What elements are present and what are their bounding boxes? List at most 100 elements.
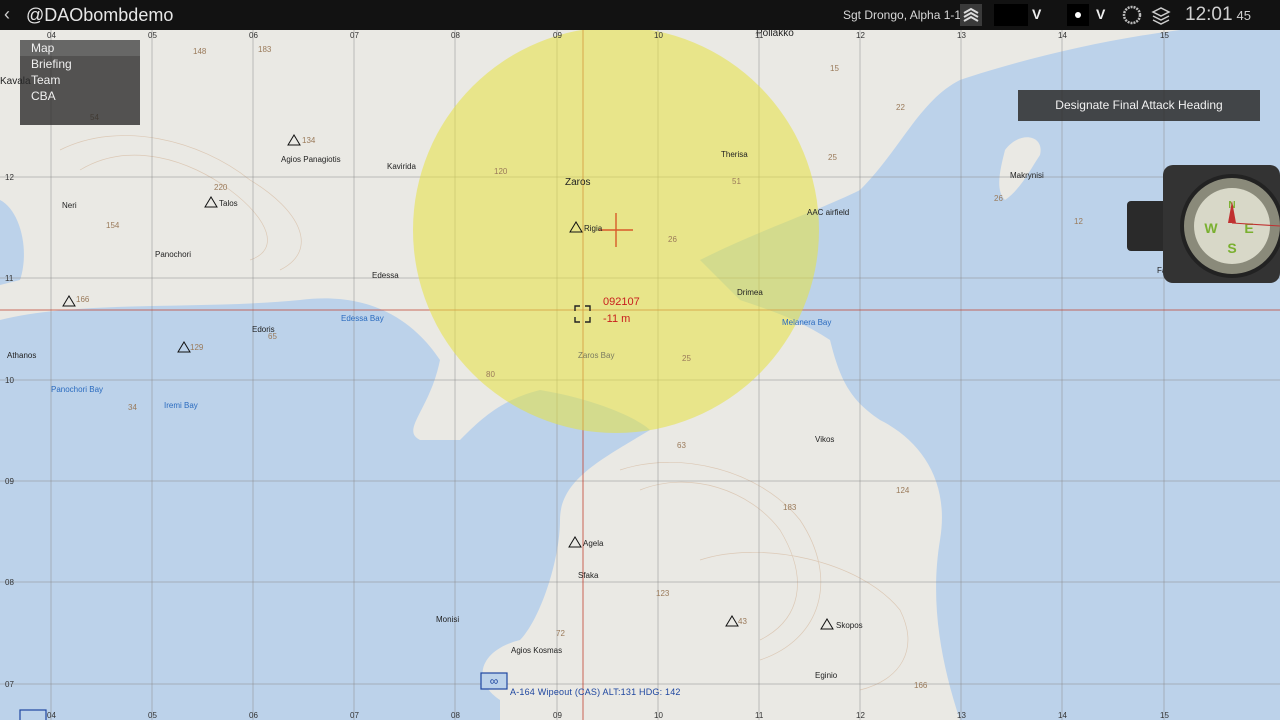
town-label: Skopos: [836, 621, 863, 630]
grid-label-bottom: 06: [249, 711, 258, 720]
grid-label-left: 10: [5, 376, 14, 385]
town-label: Agios Kosmas: [511, 646, 562, 655]
elevation-label: 148: [193, 47, 207, 56]
grid-label-top: 10: [654, 31, 663, 40]
color-swatch-button[interactable]: [994, 4, 1028, 26]
town-label: AAC airfield: [807, 208, 849, 217]
town-label: Eginio: [815, 671, 838, 680]
compass-icon[interactable]: N W E S: [1125, 163, 1280, 285]
svg-text:∞: ∞: [490, 674, 499, 688]
town-label: Panochori: [155, 250, 191, 259]
designate-heading-button[interactable]: Designate Final Attack Heading: [1018, 90, 1260, 121]
menu-item-briefing[interactable]: Briefing: [20, 56, 140, 72]
water-label: Edessa Bay: [341, 314, 384, 323]
grid-label-bottom: 15: [1160, 711, 1169, 720]
elevation-label: 166: [76, 295, 90, 304]
menu-item-cba[interactable]: CBA: [20, 88, 140, 104]
elevation-label: 34: [128, 403, 137, 412]
clock-hm: 12:01: [1185, 4, 1233, 25]
grid-label-top: 09: [553, 31, 562, 40]
elevation-label: 25: [682, 354, 691, 363]
grid-label-top: 05: [148, 31, 157, 40]
grid-label-bottom: 12: [856, 711, 865, 720]
circle-icon[interactable]: [1121, 4, 1143, 26]
town-label: Edessa: [372, 271, 399, 280]
grid-label-top: 07: [350, 31, 359, 40]
elevation-label: 129: [190, 343, 204, 352]
svg-text:S: S: [1227, 240, 1236, 256]
elevation-label: 63: [677, 441, 686, 450]
town-label: Neri: [62, 201, 77, 210]
town-label: Athanos: [7, 351, 36, 360]
grid-label-left: 08: [5, 578, 14, 587]
channel-title[interactable]: @DAObombdemo: [26, 5, 173, 26]
v-button[interactable]: V: [1096, 6, 1105, 22]
town-label: Rigia: [584, 224, 603, 233]
grid-label-bottom: 07: [350, 711, 359, 720]
grid-label-bottom: 11: [755, 711, 764, 720]
back-icon[interactable]: ‹: [4, 4, 10, 25]
unit-label: Sgt Drongo, Alpha 1-1 1: [843, 8, 972, 22]
rank-chevrons-icon[interactable]: [960, 4, 982, 26]
elevation-label: 124: [896, 486, 910, 495]
town-label: Sfaka: [578, 571, 599, 580]
town-label: Agela: [583, 539, 604, 548]
water-label: Melanera Bay: [782, 318, 831, 327]
grid-label-bottom: 14: [1058, 711, 1067, 720]
water-label: Iremi Bay: [164, 401, 198, 410]
elevation-label: 123: [656, 589, 670, 598]
town-label: Talos: [219, 199, 238, 208]
grid-label-left: 09: [5, 477, 14, 486]
dot-button[interactable]: [1067, 4, 1089, 26]
elevation-label: 65: [268, 332, 277, 341]
elevation-label: 72: [556, 629, 565, 638]
elevation-label: 220: [214, 183, 228, 192]
menu-item-map[interactable]: Map: [20, 40, 140, 56]
grid-label-top: 08: [451, 31, 460, 40]
marker-grid-text: 092107: [603, 296, 640, 308]
elevation-label: 22: [896, 103, 905, 112]
town-label: Vikos: [815, 435, 834, 444]
town-label: Makrynisi: [1010, 171, 1044, 180]
elevation-label: 25: [828, 153, 837, 162]
grid-label-left: 07: [5, 680, 14, 689]
elevation-label: 26: [994, 194, 1003, 203]
elevation-label: 134: [302, 136, 316, 145]
grid-label-top: 11: [755, 31, 764, 40]
grid-label-top: 15: [1160, 31, 1169, 40]
elevation-label: 15: [830, 64, 839, 73]
elevation-label: 12: [1074, 217, 1083, 226]
clock: 12:01 45: [1185, 4, 1251, 26]
svg-text:W: W: [1204, 220, 1218, 236]
grid-label-bottom: 04: [47, 711, 56, 720]
grid-label-left: 12: [5, 173, 14, 182]
grid-label-top: 13: [957, 31, 966, 40]
grid-label-left: 11: [5, 274, 14, 283]
grid-label-bottom: 08: [451, 711, 460, 720]
town-label: Agios Panagiotis: [281, 155, 341, 164]
grid-label-bottom: 09: [553, 711, 562, 720]
elevation-label: 26: [668, 235, 677, 244]
elevation-label: 120: [494, 167, 508, 176]
town-label: Drimea: [737, 288, 763, 297]
top-bar: ‹ @DAObombdemo Sgt Drongo, Alpha 1-1 1 V…: [0, 0, 1280, 30]
clock-seconds: 45: [1236, 8, 1252, 23]
unit-icon[interactable]: [19, 709, 47, 720]
town-label: Monisi: [436, 615, 459, 624]
aircraft-icon[interactable]: ∞: [480, 672, 508, 690]
layers-icon[interactable]: [1150, 4, 1172, 26]
grid-label-bottom: 13: [957, 711, 966, 720]
grid-label-top: 06: [249, 31, 258, 40]
elevation-label: 51: [732, 177, 741, 186]
elevation-label: 183: [258, 45, 272, 54]
grid-label-top: 12: [856, 31, 865, 40]
map-menu: Map Briefing Team CBA: [20, 40, 140, 125]
v-button[interactable]: V: [1032, 6, 1041, 22]
town-label: Therisa: [721, 150, 748, 159]
menu-item-team[interactable]: Team: [20, 72, 140, 88]
grid-label-top: 04: [47, 31, 56, 40]
grid-label-top: 14: [1058, 31, 1067, 40]
grid-label-bottom: 10: [654, 711, 663, 720]
grid-label-bottom: 05: [148, 711, 157, 720]
marker-elev-text: -11 m: [603, 313, 630, 325]
